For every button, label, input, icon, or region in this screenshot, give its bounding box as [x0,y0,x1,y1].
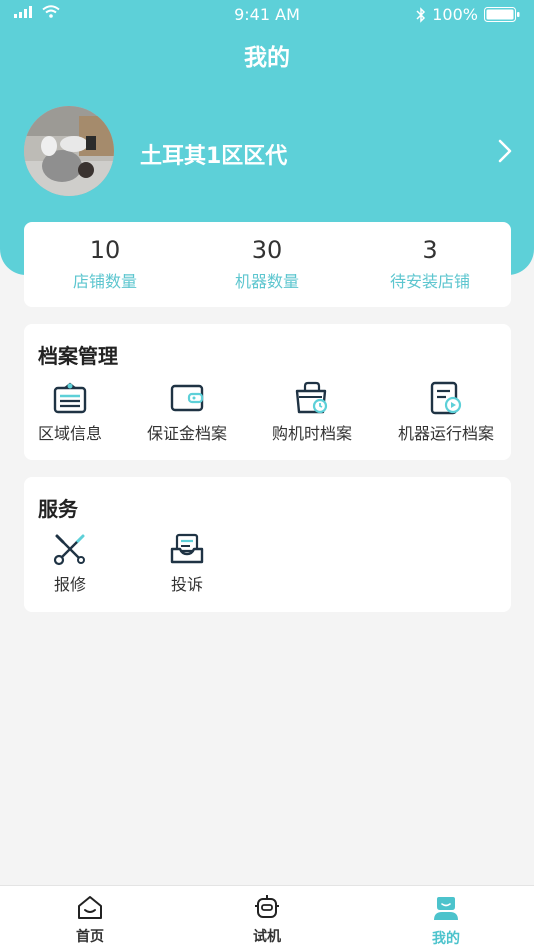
stat-value: 10 [89,236,121,264]
service-item-label: 投诉 [170,575,203,594]
stat-label: 待安装店铺 [389,272,470,291]
page-title: 我的 [244,45,290,71]
status-bar: 9:41 AM 100% [0,0,534,28]
service-item-repair[interactable]: 报修 [10,531,130,595]
home-icon [78,896,102,919]
stat-label: 机器数量 [234,272,299,291]
wallet-icon [170,384,204,412]
stat-machines[interactable]: 30 机器数量 [186,222,348,292]
region-info-icon [53,382,87,414]
tab-label: 我的 [432,931,460,947]
tab-home[interactable]: 首页 [30,894,150,946]
status-right: 100% [416,5,520,24]
purchase-bag-icon [295,381,328,414]
archive-card: 档案管理 区域信息 保证金档案 购机时档案 机器运行档案 [24,324,511,460]
archive-item-deposit[interactable]: 保证金档案 [127,380,247,444]
tab-mine[interactable]: 我的 [386,894,506,948]
archive-item-label: 机器运行档案 [397,424,494,443]
archive-title: 档案管理 [38,344,118,368]
archive-item-region-info[interactable]: 区域信息 [10,380,130,444]
user-icon [434,897,458,920]
tab-label: 首页 [76,929,104,945]
stat-shops[interactable]: 10 店铺数量 [24,222,186,292]
stat-label: 店铺数量 [72,272,137,291]
machine-run-record-icon [430,381,462,415]
archive-item-label: 购机时档案 [271,424,352,443]
tab-bar: 首页 试机 我的 [0,885,534,950]
archive-item-purchase[interactable]: 购机时档案 [252,380,372,444]
bluetooth-icon [416,6,426,23]
repair-tools-icon [53,534,85,566]
tab-trial[interactable]: 试机 [207,894,327,946]
stats-card: 10 店铺数量 30 机器数量 3 待安装店铺 [24,222,511,307]
stat-value: 30 [251,236,283,264]
service-item-complaint[interactable]: 投诉 [127,531,247,595]
tab-label: 试机 [253,929,281,945]
archive-item-label: 保证金档案 [146,424,227,443]
robot-icon [255,895,279,918]
battery-icon [484,7,520,22]
chevron-right-icon[interactable] [498,139,512,163]
archive-item-label: 区域信息 [37,424,102,443]
complaint-inbox-icon [170,533,204,564]
service-title: 服务 [38,497,78,521]
battery-percent: 100% [432,5,478,24]
service-item-label: 报修 [53,575,86,594]
service-card: 服务 报修 投诉 [24,477,511,612]
stat-pending-install[interactable]: 3 待安装店铺 [349,222,511,292]
avatar[interactable] [24,106,114,196]
stat-value: 3 [422,236,438,264]
username[interactable]: 土耳其1区区代 [140,138,287,170]
archive-item-machine-run[interactable]: 机器运行档案 [386,380,506,444]
